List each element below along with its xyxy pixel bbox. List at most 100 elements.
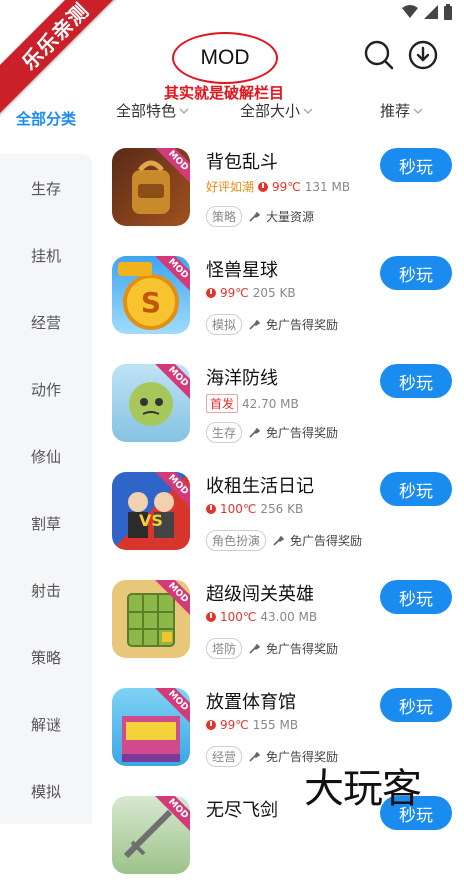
- sidebar-item[interactable]: 挂机: [0, 245, 92, 266]
- wrench-icon: [273, 535, 285, 546]
- feature-label: 免广告得奖励: [266, 426, 339, 440]
- game-tags: 塔防 免广告得奖励: [206, 638, 338, 659]
- sidebar-item[interactable]: 经营: [0, 312, 92, 333]
- game-icon: S MOD: [112, 256, 190, 334]
- heat-value: 99℃: [220, 286, 249, 300]
- game-meta: 首发 42.70 MB: [206, 394, 299, 413]
- game-name: 收租生活日记: [206, 476, 314, 497]
- game-name: 怪兽星球: [206, 260, 278, 281]
- play-button[interactable]: 秒玩: [380, 364, 452, 398]
- search-icon[interactable]: [364, 40, 394, 70]
- page-title: MOD: [200, 46, 250, 69]
- list-item[interactable]: MOD 背包乱斗 好评如潮 99℃ 131 MB 策略 大量资源 秒玩: [112, 140, 452, 240]
- game-icon: MOD: [112, 796, 190, 874]
- chevron-down-icon: [413, 108, 423, 114]
- wrench-icon: [249, 643, 261, 654]
- wrench-icon: [249, 319, 261, 330]
- heat-value: 99℃: [220, 718, 249, 732]
- thermometer-icon: [258, 181, 269, 192]
- sidebar-item-all[interactable]: 全部分类: [0, 108, 92, 134]
- heat-value: 99℃: [272, 179, 301, 194]
- play-button[interactable]: 秒玩: [380, 256, 452, 290]
- battery-icon: [444, 4, 452, 20]
- file-size: 155 MB: [252, 718, 299, 732]
- category-tag: 经营: [206, 746, 243, 767]
- game-name: 超级闯关英雄: [206, 584, 314, 605]
- wrench-icon: [249, 427, 261, 438]
- filter-size[interactable]: 全部大小: [240, 100, 313, 121]
- thermometer-icon: [206, 288, 216, 298]
- sidebar-item[interactable]: 修仙: [0, 446, 92, 467]
- filter-size-label: 全部大小: [240, 102, 301, 120]
- category-sidebar: 生存 挂机 经营 动作 修仙 割草 射击 策略 解谜 模拟: [0, 154, 92, 824]
- game-tags: 策略 大量资源: [206, 206, 314, 227]
- feature-label: 免广告得奖励: [266, 642, 339, 656]
- game-tags: 生存 免广告得奖励: [206, 422, 338, 443]
- page-title-highlight: MOD: [172, 32, 278, 84]
- list-item[interactable]: VS MOD 收租生活日记 100℃ 256 KB 角色扮演 免广告得奖励 秒玩: [112, 464, 452, 564]
- game-name: 放置体育馆: [206, 692, 296, 713]
- thermometer-icon: [206, 504, 216, 514]
- watermark: 大玩客: [304, 766, 422, 812]
- signal-icon: [424, 5, 438, 19]
- game-meta: 好评如潮 99℃ 131 MB: [206, 178, 350, 195]
- category-tag: 塔防: [206, 638, 243, 659]
- play-button[interactable]: 秒玩: [380, 148, 452, 182]
- rating-label: 好评如潮: [206, 180, 255, 194]
- sidebar-item[interactable]: 射击: [0, 580, 92, 601]
- file-size: 256 KB: [260, 502, 304, 516]
- game-tags: 角色扮演 免广告得奖励: [206, 530, 362, 551]
- game-meta: 100℃ 256 KB: [206, 502, 303, 516]
- game-icon: VS MOD: [112, 472, 190, 550]
- category-tag: 模拟: [206, 314, 243, 335]
- svg-text:S: S: [141, 286, 161, 319]
- thermometer-icon: [206, 612, 216, 622]
- sidebar-item[interactable]: 模拟: [0, 781, 92, 802]
- category-tag: 生存: [206, 422, 243, 443]
- game-name: 背包乱斗: [206, 152, 278, 173]
- game-icon: MOD: [112, 580, 190, 658]
- game-meta: 99℃ 155 MB: [206, 718, 298, 732]
- sidebar-item[interactable]: 解谜: [0, 714, 92, 735]
- game-meta: 100℃ 43.00 MB: [206, 610, 317, 624]
- play-button[interactable]: 秒玩: [380, 580, 452, 614]
- filter-sort-label: 推荐: [380, 102, 411, 120]
- wifi-icon: [402, 5, 418, 18]
- file-size: 43.00 MB: [260, 610, 318, 624]
- game-tags: 模拟 免广告得奖励: [206, 314, 338, 335]
- first-release-badge: 首发: [206, 394, 239, 413]
- annotation-text: 其实就是破解栏目: [164, 84, 285, 102]
- wrench-icon: [249, 211, 261, 222]
- list-item[interactable]: S MOD 怪兽星球 99℃ 205 KB 模拟 免广告得奖励 秒玩: [112, 248, 452, 348]
- game-icon: MOD: [112, 364, 190, 442]
- svg-text:VS: VS: [139, 511, 163, 530]
- filter-sort[interactable]: 推荐: [380, 100, 423, 121]
- category-tag: 角色扮演: [206, 530, 267, 551]
- chevron-down-icon: [179, 108, 189, 114]
- heat-value: 100℃: [220, 502, 257, 516]
- feature-label: 大量资源: [266, 210, 315, 224]
- filter-feature-label: 全部特色: [116, 102, 177, 120]
- list-item[interactable]: MOD 海洋防线 首发 42.70 MB 生存 免广告得奖励 秒玩: [112, 356, 452, 456]
- file-size: 205 KB: [252, 286, 296, 300]
- play-button[interactable]: 秒玩: [380, 688, 452, 722]
- file-size: 42.70 MB: [242, 396, 299, 411]
- feature-label: 免广告得奖励: [290, 534, 363, 548]
- heat-value: 100℃: [220, 610, 257, 624]
- wrench-icon: [249, 751, 261, 762]
- sidebar-item[interactable]: 割草: [0, 513, 92, 534]
- sidebar-item[interactable]: 生存: [0, 178, 92, 199]
- game-name: 海洋防线: [206, 368, 278, 389]
- download-icon[interactable]: [408, 40, 438, 70]
- game-icon: MOD: [112, 148, 190, 226]
- list-item[interactable]: MOD 超级闯关英雄 100℃ 43.00 MB 塔防 免广告得奖励 秒玩: [112, 572, 452, 672]
- feature-label: 免广告得奖励: [266, 318, 339, 332]
- sidebar-item[interactable]: 策略: [0, 647, 92, 668]
- file-size: 131 MB: [304, 179, 351, 194]
- filter-feature[interactable]: 全部特色: [116, 100, 189, 121]
- play-button[interactable]: 秒玩: [380, 472, 452, 506]
- game-meta: 99℃ 205 KB: [206, 286, 296, 300]
- sidebar-item[interactable]: 动作: [0, 379, 92, 400]
- game-icon: MOD: [112, 688, 190, 766]
- chevron-down-icon: [303, 108, 313, 114]
